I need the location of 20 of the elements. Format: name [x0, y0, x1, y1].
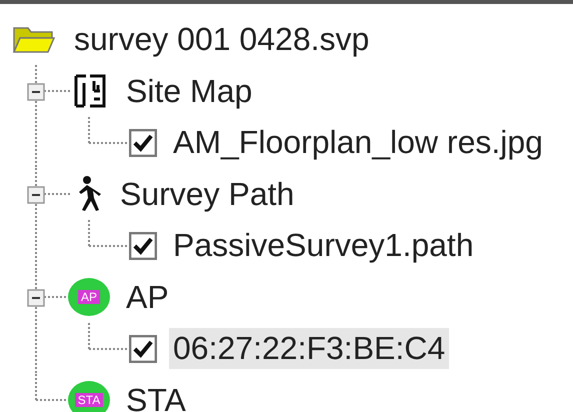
tree-item[interactable]: Site Map	[122, 70, 256, 112]
checkbox[interactable]	[129, 334, 157, 363]
checkbox[interactable]	[129, 232, 157, 260]
collapse-icon[interactable]	[27, 82, 45, 100]
network-badge-icon: STA	[68, 381, 110, 412]
tree-item[interactable]: AP	[122, 276, 173, 318]
collapse-icon[interactable]	[27, 288, 45, 306]
tree-item[interactable]: STA	[122, 380, 190, 412]
collapse-icon[interactable]	[27, 186, 45, 204]
tree-connector-drawing	[88, 323, 127, 350]
tree-item[interactable]: AM_Floorplan_low res.jpg	[169, 122, 547, 164]
tree-connector-drawing	[88, 117, 127, 144]
tree-item[interactable]: PassiveSurvey1.path	[169, 225, 478, 266]
tree-item[interactable]: Survey Path	[116, 174, 298, 215]
network-badge-icon: AP	[68, 278, 110, 316]
tree-item[interactable]: survey 001 0428.svp	[70, 19, 374, 60]
tree-connector-drawing	[88, 220, 127, 247]
checkbox[interactable]	[129, 128, 157, 157]
floorplan-icon	[72, 73, 108, 110]
tree-item[interactable]: 06:27:22:F3:BE:C4	[169, 328, 450, 370]
